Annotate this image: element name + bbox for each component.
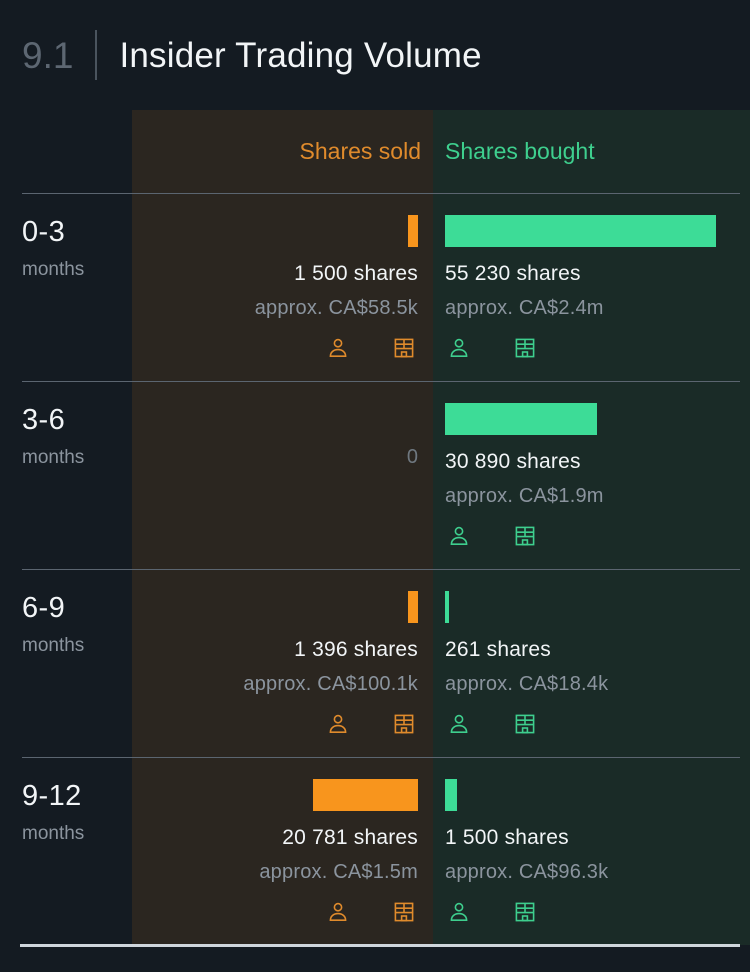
icon-row-bought [445,336,750,360]
bar-track-sold [132,215,418,247]
row-period-label: 3-6 months [0,381,132,569]
icon-row-sold [132,712,418,736]
table-row: 6-9 months 1 396 shares approx. CA$100.1… [0,569,750,757]
value-approx-sold: approx. CA$100.1k [243,673,418,696]
bar-shares-sold [408,215,418,247]
person-icon [326,900,350,924]
panel-header: 9.1 Insider Trading Volume [0,0,750,110]
chart-rows: 0-3 months 1 500 shares approx. CA$58.5k [0,193,750,944]
cell-shares-sold: 1 396 shares approx. CA$100.1k [132,569,433,757]
person-icon [447,524,471,548]
cell-shares-bought: 261 shares approx. CA$18.4k [433,569,750,757]
icon-row-bought [445,712,750,736]
table-row: 0-3 months 1 500 shares approx. CA$58.5k [0,193,750,381]
bar-shares-sold [408,591,418,623]
period-range: 6-9 [22,592,66,624]
value-shares-sold: 1 500 shares [294,262,418,285]
row-divider [22,193,740,194]
value-approx-bought: approx. CA$96.3k [445,861,609,884]
bar-shares-bought [445,215,716,247]
table-row: 9-12 months 20 781 shares approx. CA$1.5… [0,757,750,944]
row-period-label: 9-12 months [0,757,132,944]
period-range: 9-12 [22,780,82,812]
building-icon [513,712,537,736]
column-header-row: Shares sold Shares bought [0,110,750,193]
icon-row-sold [132,900,418,924]
cell-shares-sold: 1 500 shares approx. CA$58.5k [132,193,433,381]
column-header-shares-bought: Shares bought [445,138,595,164]
bar-track-bought [445,403,750,435]
building-icon [513,336,537,360]
value-shares-sold: 20 781 shares [282,826,418,849]
bar-shares-bought [445,403,597,435]
person-icon [447,900,471,924]
value-zero-sold: 0 [406,446,418,468]
cell-shares-bought: 30 890 shares approx. CA$1.9m [433,381,750,569]
row-period-label: 6-9 months [0,569,132,757]
bar-shares-sold [313,779,418,811]
row-divider [22,381,740,382]
value-shares-bought: 261 shares [445,638,551,661]
building-icon [513,524,537,548]
building-icon [392,712,416,736]
page-title: Insider Trading Volume [119,35,482,75]
person-icon [447,712,471,736]
value-approx-sold: approx. CA$1.5m [259,861,418,884]
value-approx-bought: approx. CA$2.4m [445,297,604,320]
value-shares-bought: 30 890 shares [445,450,581,473]
cell-shares-sold: 20 781 shares approx. CA$1.5m [132,757,433,944]
bar-track-sold [132,591,418,623]
person-icon [326,336,350,360]
cell-shares-sold: 0 [132,381,433,569]
value-approx-sold: approx. CA$58.5k [254,297,418,320]
period-range: 0-3 [22,216,66,248]
icon-row-sold [132,336,418,360]
section-number: 9.1 [22,34,74,76]
value-shares-bought: 55 230 shares [445,262,581,285]
building-icon [392,336,416,360]
period-unit: months [22,635,85,657]
cell-shares-bought: 1 500 shares approx. CA$96.3k [433,757,750,944]
chart-bottom-rule [20,944,740,947]
period-unit: months [22,823,85,845]
bar-track-bought [445,591,750,623]
icon-row-bought [445,524,750,548]
value-shares-sold: 1 396 shares [294,638,418,661]
period-unit: months [22,447,85,469]
bar-shares-bought [445,779,457,811]
period-unit: months [22,259,85,281]
building-icon [513,900,537,924]
row-period-label: 0-3 months [0,193,132,381]
icon-row-bought [445,900,750,924]
insider-trading-volume-panel: 9.1 Insider Trading Volume Shares sold S… [0,0,750,972]
value-approx-bought: approx. CA$1.9m [445,485,604,508]
column-header-shares-sold: Shares sold [299,138,421,164]
bar-track-sold [132,779,418,811]
table-row: 3-6 months 0 30 890 shares approx. CA$1.… [0,381,750,569]
bar-track-bought [445,779,750,811]
building-icon [392,900,416,924]
value-shares-bought: 1 500 shares [445,826,569,849]
person-icon [447,336,471,360]
insider-trading-chart: Shares sold Shares bought 0-3 months 1 5… [0,110,750,947]
period-range: 3-6 [22,404,66,436]
bar-shares-bought [445,591,449,623]
bar-track-bought [445,215,750,247]
header-divider [95,30,98,80]
row-divider [22,757,740,758]
cell-shares-bought: 55 230 shares approx. CA$2.4m [433,193,750,381]
value-approx-bought: approx. CA$18.4k [445,673,609,696]
row-divider [22,569,740,570]
person-icon [326,712,350,736]
